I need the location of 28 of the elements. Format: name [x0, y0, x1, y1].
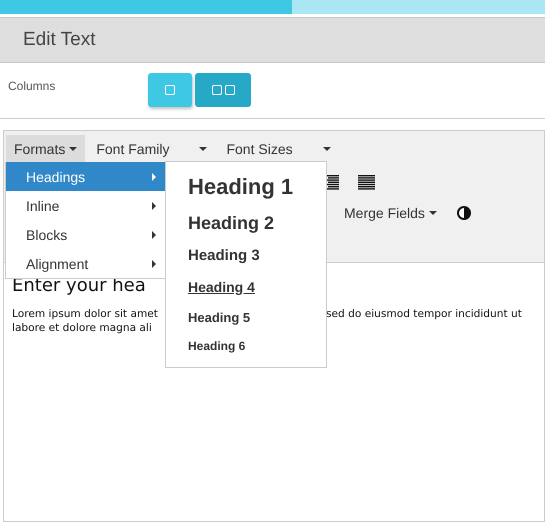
column-layout-button[interactable] [195, 73, 251, 107]
columns-label: Columns [8, 79, 56, 95]
panel-title: Edit Text [23, 29, 96, 51]
paragraph-text: sed do eiusmod tempor incididunt ut [326, 307, 522, 321]
caret-icon [69, 147, 78, 151]
merge-fields-dropdown[interactable]: Merge Fields [344, 205, 437, 221]
submenu-arrow-icon [152, 172, 156, 180]
heading-option[interactable]: Heading 6 [166, 332, 246, 359]
menu-item[interactable]: Headings [6, 162, 166, 191]
heading-option[interactable]: Heading 2 [166, 206, 274, 240]
submenu-arrow-icon [152, 260, 156, 268]
contrast-icon[interactable] [456, 206, 471, 220]
heading-option[interactable]: Heading 5 [166, 302, 250, 332]
caret-icon [322, 147, 331, 151]
toolbar-dropdown[interactable]: Formats [6, 135, 86, 163]
heading-option[interactable]: Heading 3 [166, 240, 260, 271]
paragraph-text: labore et dolore magna ali [12, 322, 152, 334]
submenu-arrow-icon [152, 230, 156, 238]
content-heading: Enter your hea [12, 275, 146, 298]
paragraph-text: Lorem ipsum dolor sit amet [12, 308, 158, 320]
caret-icon [428, 211, 437, 215]
square-icon [165, 85, 175, 95]
caret-icon [199, 147, 208, 151]
heading-option[interactable]: Heading 1 [166, 168, 294, 206]
submenu-arrow-icon [152, 202, 156, 210]
two-squares-icon [212, 85, 234, 95]
justify-icon[interactable] [358, 175, 375, 190]
heading-option[interactable]: Heading 4 [166, 271, 255, 302]
